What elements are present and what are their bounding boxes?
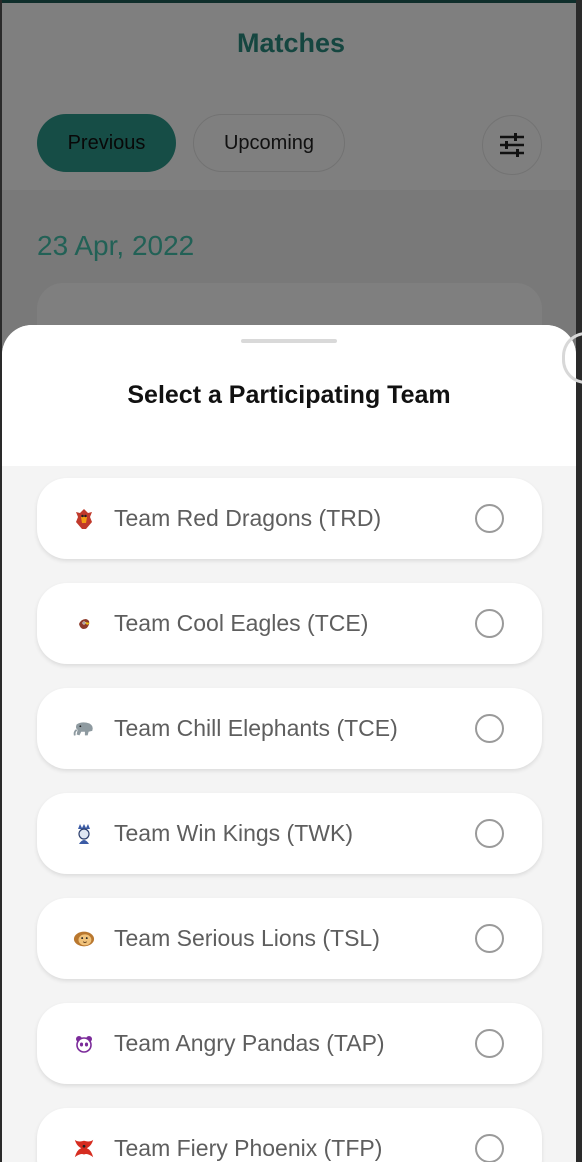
team-name: Team Red Dragons (TRD)	[114, 505, 382, 531]
team-radio[interactable]	[475, 1134, 504, 1162]
team-radio[interactable]	[475, 609, 504, 638]
team-radio[interactable]	[475, 924, 504, 953]
team-option[interactable]: Team Cool Eagles (TCE)	[37, 583, 542, 664]
team-radio[interactable]	[475, 504, 504, 533]
team-option[interactable]: Team Win Kings (TWK)	[37, 793, 542, 874]
team-list: Team Red Dragons (TRD) Team Cool Eagles …	[37, 478, 542, 1162]
king-icon	[73, 823, 95, 845]
dragon-icon	[73, 508, 95, 530]
frame-edge-right	[576, 0, 582, 1162]
team-select-sheet: Select a Participating Team Team Red Dra…	[2, 325, 576, 1162]
team-radio[interactable]	[475, 819, 504, 848]
elephant-icon	[73, 718, 95, 740]
team-option[interactable]: Team Red Dragons (TRD)	[37, 478, 542, 559]
drag-handle[interactable]	[241, 339, 337, 343]
team-name: Team Serious Lions (TSL)	[114, 925, 380, 951]
team-option[interactable]: Team Chill Elephants (TCE)	[37, 688, 542, 769]
phoenix-icon	[73, 1138, 95, 1160]
team-name: Team Win Kings (TWK)	[114, 820, 353, 846]
team-name: Team Angry Pandas (TAP)	[114, 1030, 385, 1056]
team-radio[interactable]	[475, 1029, 504, 1058]
team-radio[interactable]	[475, 714, 504, 743]
sheet-header: Select a Participating Team	[2, 325, 576, 466]
panda-icon	[73, 1033, 95, 1055]
team-option[interactable]: Team Serious Lions (TSL)	[37, 898, 542, 979]
team-option[interactable]: Team Angry Pandas (TAP)	[37, 1003, 542, 1084]
team-name: Team Cool Eagles (TCE)	[114, 610, 369, 636]
eagle-icon	[73, 613, 95, 635]
team-name: Team Fiery Phoenix (TFP)	[114, 1135, 383, 1161]
sheet-title: Select a Participating Team	[127, 381, 451, 409]
lion-icon	[73, 928, 95, 950]
team-name: Team Chill Elephants (TCE)	[114, 715, 398, 741]
team-option[interactable]: Team Fiery Phoenix (TFP)	[37, 1108, 542, 1162]
